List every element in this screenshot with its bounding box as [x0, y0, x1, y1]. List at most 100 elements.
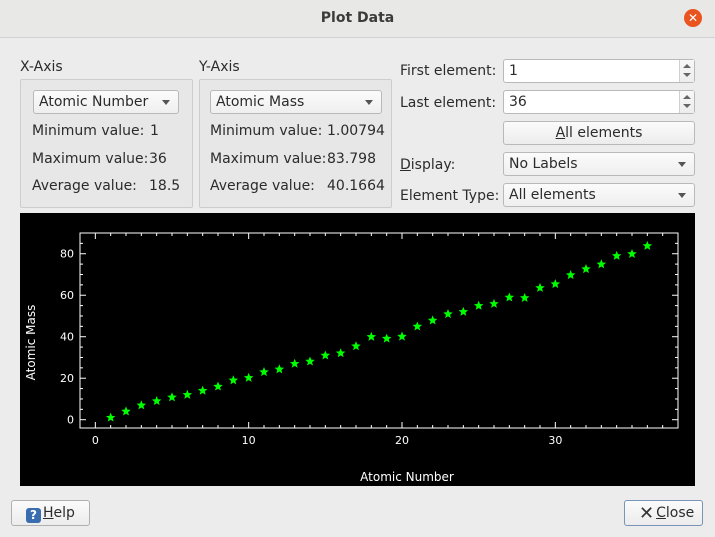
all-elements-button[interactable]: All elements — [503, 121, 695, 145]
spin-up-icon[interactable] — [683, 64, 691, 68]
x-axis-label: Atomic Number — [360, 470, 454, 484]
y-tick-label: 0 — [67, 414, 74, 427]
element-type-label: Element Type: — [400, 188, 500, 204]
last-element-value: 36 — [509, 94, 527, 110]
data-point-star — [489, 298, 499, 308]
first-element-value: 1 — [509, 63, 518, 79]
display-select-value: No Labels — [509, 156, 578, 172]
chevron-down-icon — [162, 100, 170, 105]
data-point-star — [228, 375, 239, 385]
data-point-star — [565, 270, 576, 280]
y-axis-group-title: Y-Axis — [199, 59, 240, 75]
all-elements-label: ll elements — [565, 125, 643, 141]
data-point-star — [642, 240, 653, 250]
data-point-star — [535, 282, 545, 292]
last-element-label: Last element: — [400, 95, 497, 111]
display-select[interactable]: No Labels — [503, 152, 695, 176]
close-icon[interactable]: ✕ — [684, 9, 702, 27]
display-mnemonic: D — [400, 157, 411, 173]
chevron-down-icon — [365, 100, 373, 105]
display-label-text: isplay: — [410, 157, 456, 173]
scatter-plot-svg: 0 10 20 30 0 20 40 60 80 Atomic Number Atomic Mass — [24, 232, 679, 484]
data-point-star — [289, 358, 300, 368]
help-mnemonic: H — [43, 505, 54, 521]
close-button[interactable]: ✕ Close — [624, 500, 703, 526]
data-point-star — [581, 264, 591, 274]
data-point-star — [504, 292, 515, 302]
data-point-star — [320, 350, 331, 360]
help-icon: ? — [26, 508, 41, 523]
data-point-star — [412, 321, 423, 331]
x-min-value: 1 — [150, 123, 159, 139]
data-point-star — [611, 250, 622, 260]
y-axis-select[interactable]: Atomic Mass — [210, 90, 382, 114]
data-point-star — [151, 396, 162, 406]
element-type-select[interactable]: All elements — [503, 183, 695, 207]
data-point-star — [519, 292, 530, 302]
x-min-label: Minimum value: — [32, 123, 145, 139]
y-max-label: Maximum value: — [210, 151, 327, 167]
x-axis-group: Atomic Number Minimum value: 1 Maximum v… — [20, 79, 193, 208]
data-point-star — [121, 406, 131, 416]
element-type-select-value: All elements — [509, 187, 596, 203]
plot-data-dialog: Plot Data ✕ X-Axis Atomic Number Minimum… — [0, 0, 715, 537]
data-point-star — [351, 341, 361, 351]
close-label: lose — [665, 505, 695, 521]
data-point-star — [136, 400, 147, 410]
first-element-spinbox[interactable]: 1 — [503, 59, 695, 83]
plot-frame — [79, 232, 679, 429]
spin-down-icon[interactable] — [683, 104, 691, 108]
data-point-star — [197, 385, 208, 395]
title-bar: Plot Data ✕ — [0, 0, 715, 38]
x-axis-select[interactable]: Atomic Number — [33, 90, 179, 114]
scatter-plot: 0 10 20 30 0 20 40 60 80 Atomic Number Atomic Mass — [20, 213, 695, 486]
data-point-star — [213, 381, 223, 391]
spin-up-icon[interactable] — [683, 95, 691, 99]
y-axis-group: Atomic Mass Minimum value: 1.00794 Maxim… — [199, 79, 392, 208]
y-tick-label: 40 — [60, 331, 74, 344]
spin-buttons[interactable] — [679, 91, 694, 113]
y-avg-value: 40.1664 — [327, 178, 385, 194]
data-point-star — [627, 248, 637, 258]
chevron-down-icon — [678, 162, 686, 167]
data-point-star — [458, 306, 469, 316]
help-label: elp — [53, 505, 75, 521]
data-point-star — [550, 279, 561, 289]
close-icon: ✕ — [639, 503, 655, 524]
data-point-star — [105, 412, 116, 422]
data-point-star — [274, 364, 285, 374]
y-tick-label: 80 — [60, 248, 74, 261]
help-button[interactable]: ? Help — [11, 500, 90, 526]
data-point-star — [381, 333, 392, 343]
data-point-star — [443, 309, 453, 319]
data-point-star — [427, 315, 438, 325]
chevron-down-icon — [678, 193, 686, 198]
x-axis-select-value: Atomic Number — [39, 94, 149, 110]
y-tick-label: 20 — [60, 372, 74, 385]
data-point-star — [366, 331, 377, 341]
data-point-star — [182, 389, 193, 399]
window-title: Plot Data — [320, 10, 395, 26]
data-point-star — [397, 331, 407, 341]
all-elements-mnemonic: A — [555, 125, 566, 141]
first-element-label: First element: — [400, 63, 497, 79]
data-point-star — [335, 348, 346, 358]
y-avg-label: Average value: — [210, 178, 315, 194]
close-mnemonic: C — [656, 505, 666, 521]
data-point-star — [305, 356, 315, 366]
y-max-value: 83.798 — [327, 151, 376, 167]
data-point-star — [167, 392, 177, 402]
x-tick-label: 10 — [242, 434, 256, 447]
y-axis-select-value: Atomic Mass — [216, 94, 305, 110]
spin-down-icon[interactable] — [683, 73, 691, 77]
x-tick-label: 0 — [92, 434, 99, 447]
last-element-spinbox[interactable]: 36 — [503, 90, 695, 114]
x-max-value: 36 — [149, 151, 167, 167]
x-avg-label: Average value: — [32, 178, 137, 194]
data-point-star — [259, 367, 269, 377]
spin-buttons[interactable] — [679, 60, 694, 82]
data-point-star — [596, 259, 607, 269]
x-max-label: Maximum value: — [32, 151, 149, 167]
data-point-star — [473, 300, 484, 310]
y-tick-label: 60 — [60, 289, 74, 302]
